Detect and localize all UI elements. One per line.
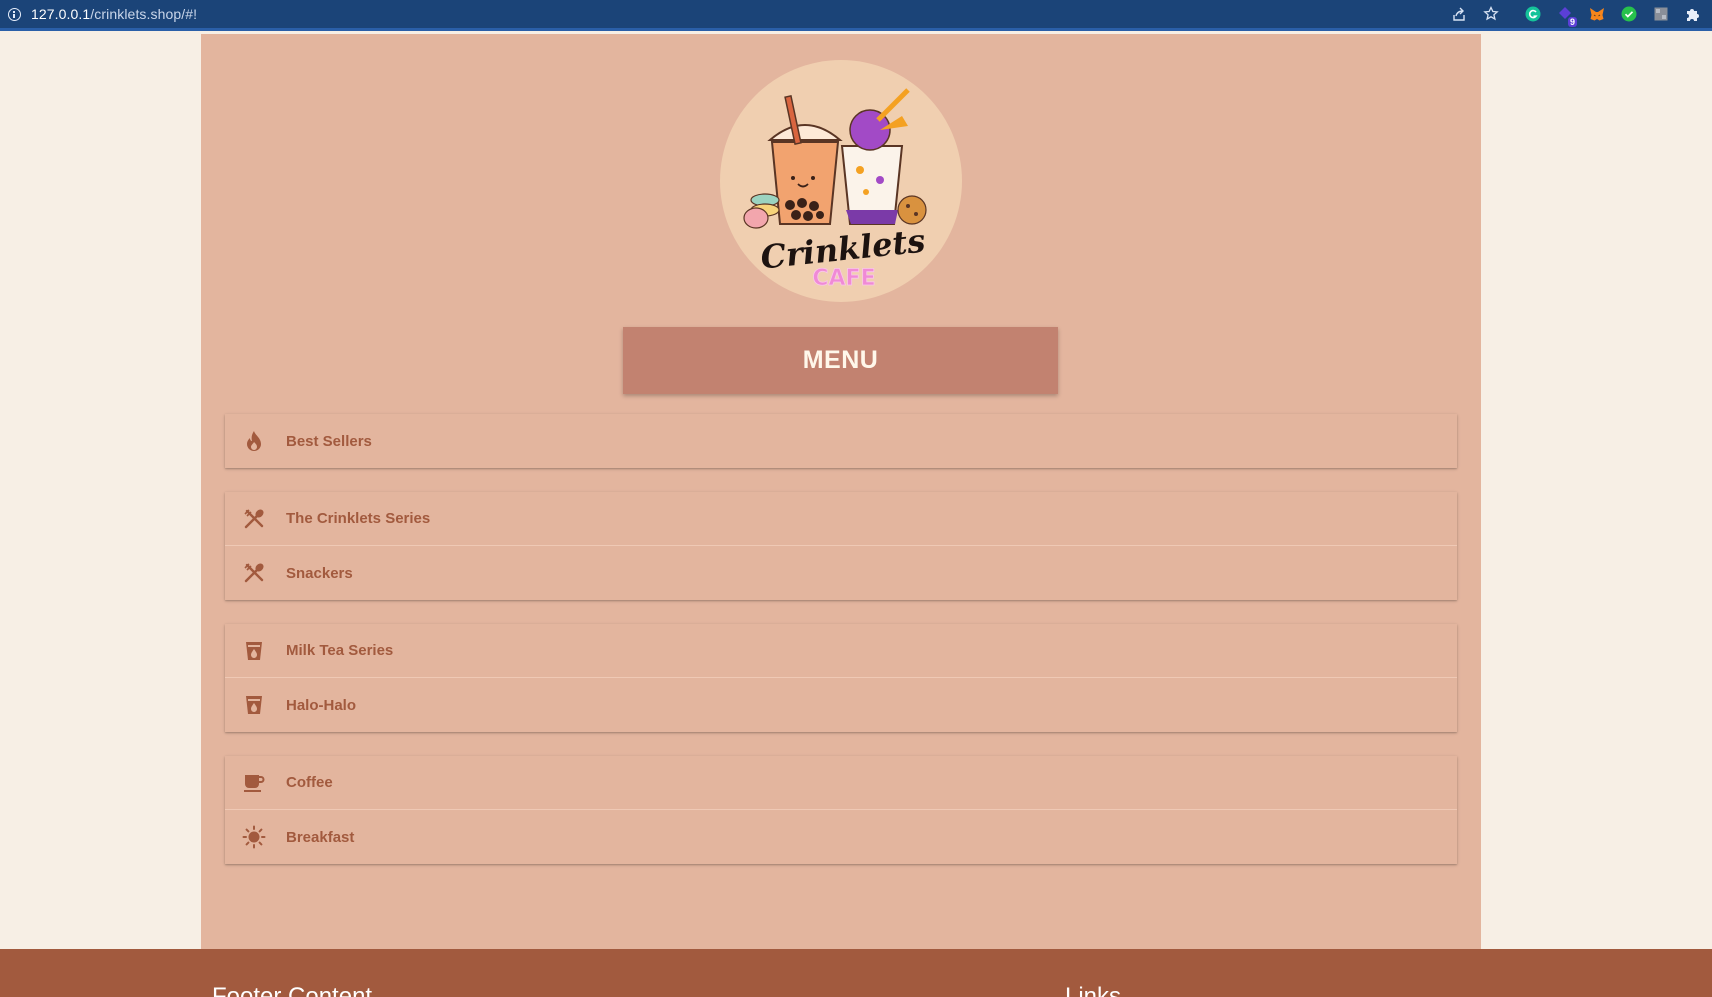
- metamask-fox-icon[interactable]: [1588, 5, 1606, 23]
- bookmark-star-icon[interactable]: [1482, 5, 1500, 23]
- site-info-icon[interactable]: [8, 7, 21, 21]
- sun-icon: [241, 824, 267, 850]
- footer-content-heading: Footer Content: [212, 983, 373, 997]
- check-extension-icon[interactable]: [1620, 5, 1638, 23]
- share-icon[interactable]: [1450, 5, 1468, 23]
- gem-extension-icon[interactable]: 9: [1556, 5, 1577, 27]
- menu-item-label: Best Sellers: [286, 432, 372, 450]
- menu-item-label: Halo-Halo: [286, 696, 357, 714]
- footer-links-heading: Links: [1065, 983, 1122, 997]
- main-content: Crinklets CAFE MENU Best Sellers The Cri…: [201, 34, 1481, 949]
- menu-item-label: Snackers: [286, 564, 353, 582]
- drink-cup-icon: [241, 692, 267, 718]
- url-field[interactable]: 127.0.0.1/crinklets.shop/#!: [31, 6, 197, 22]
- menu-group-best-sellers: Best Sellers: [225, 414, 1457, 468]
- utensils-icon: [241, 506, 267, 532]
- drink-cup-icon: [241, 638, 267, 664]
- menu-item-best-sellers[interactable]: Best Sellers: [225, 414, 1457, 468]
- menu-item-label: Coffee: [286, 774, 333, 791]
- menu-item-label: The Crinklets Series: [286, 510, 431, 527]
- footer: Footer Content Links: [0, 949, 1712, 997]
- menu-item-breakfast[interactable]: Breakfast: [225, 810, 1457, 864]
- menu-group-coffee-breakfast: Coffee Breakfast: [225, 756, 1457, 864]
- url-path: /crinklets.shop/#!: [90, 6, 198, 22]
- menu-group-drinks: Milk Tea Series Halo-Halo: [225, 624, 1457, 732]
- puzzle-extensions-icon[interactable]: [1684, 5, 1702, 23]
- browser-toolbar-icons: 9: [1436, 5, 1702, 27]
- menu-item-halo-halo[interactable]: Halo-Halo: [225, 678, 1457, 732]
- utensils-icon: [241, 560, 267, 586]
- cafe-logo[interactable]: Crinklets CAFE: [720, 60, 962, 302]
- menu-item-coffee[interactable]: Coffee: [225, 756, 1457, 810]
- grammarly-extension-icon[interactable]: [1524, 5, 1542, 23]
- coffee-mug-icon: [241, 770, 267, 796]
- menu-item-snackers[interactable]: Snackers: [225, 546, 1457, 600]
- menu-group-crinklets: The Crinklets Series Snackers: [225, 492, 1457, 600]
- menu-item-milk-tea-series[interactable]: Milk Tea Series: [225, 624, 1457, 678]
- url-host: 127.0.0.1: [31, 6, 91, 22]
- menu-item-label: Breakfast: [286, 828, 355, 846]
- menu-item-crinklets-series[interactable]: The Crinklets Series: [225, 492, 1457, 546]
- menu-title: MENU: [623, 327, 1058, 394]
- grid-extension-icon[interactable]: [1652, 5, 1670, 23]
- logo-sub-name: CAFE: [812, 266, 875, 291]
- extension-badge: 9: [1567, 17, 1577, 27]
- fire-icon: [241, 428, 267, 454]
- browser-address-bar: 127.0.0.1/crinklets.shop/#! 9: [0, 0, 1712, 31]
- menu-item-label: Milk Tea Series: [286, 642, 394, 659]
